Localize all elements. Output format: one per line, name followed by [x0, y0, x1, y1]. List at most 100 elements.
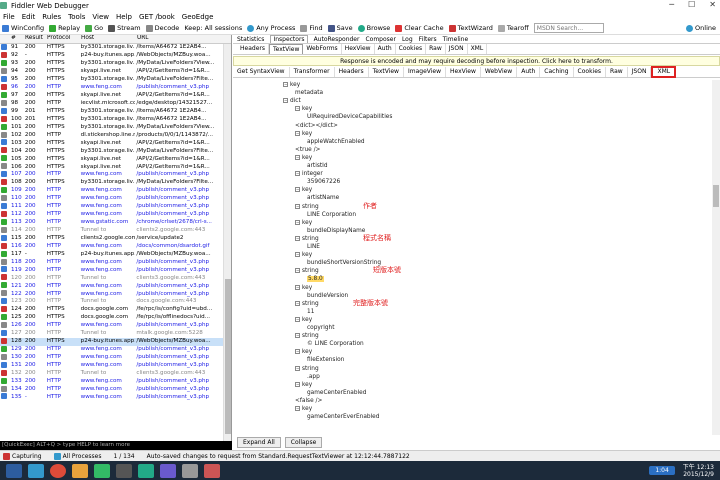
- any-process-button[interactable]: Any Process: [247, 24, 295, 32]
- resp-tab-xml[interactable]: XML: [651, 66, 677, 78]
- xml-tree-node[interactable]: − key: [295, 381, 312, 388]
- collapse-toggle-icon[interactable]: −: [295, 106, 300, 112]
- tab-autoresponder[interactable]: AutoResponder: [314, 36, 360, 43]
- xml-tree-node[interactable]: bundleShortVersionString: [307, 260, 381, 266]
- collapse-toggle-icon[interactable]: −: [295, 252, 300, 258]
- minimize-icon[interactable]: ─: [669, 0, 674, 9]
- table-row[interactable]: 92- HTTPS p24-buy.itunes.app.../WebObjects…: [0, 52, 231, 60]
- table-row[interactable]: 134 200 HTTP www.feng.com/publish/comment_v…: [0, 385, 231, 393]
- req-tab-textview[interactable]: TextView: [268, 44, 304, 54]
- resp-tab-textview[interactable]: TextView: [369, 67, 404, 77]
- menu-file[interactable]: File: [3, 13, 15, 21]
- xml-tree-node[interactable]: − key: [295, 252, 312, 258]
- table-row[interactable]: 94 200 HTTPS skyapi.live.net/API/2/GetItems…: [0, 68, 231, 76]
- table-row[interactable]: 93 200 HTTPS by3301.storage.liv.../MyData/L…: [0, 60, 231, 68]
- xml-tree-node[interactable]: 11: [307, 309, 314, 315]
- close-icon[interactable]: ✕: [709, 0, 716, 9]
- tab-inspectors[interactable]: Inspectors: [270, 35, 308, 43]
- app3-icon[interactable]: [204, 463, 220, 478]
- xml-tree-node[interactable]: − string: [295, 333, 319, 339]
- resp-tab-json[interactable]: JSON: [628, 67, 652, 77]
- xml-tree-node[interactable]: <false />: [295, 398, 322, 404]
- xml-tree-node[interactable]: − string: [295, 365, 319, 372]
- xml-tree-node[interactable]: <true />: [295, 147, 320, 153]
- xml-tree-node[interactable]: appleWatchEnabled: [307, 139, 365, 145]
- menu-view[interactable]: View: [92, 13, 109, 21]
- table-row[interactable]: 105 200 HTTPS skyapi.live.net/API/2/GetItem…: [0, 155, 231, 163]
- table-row[interactable]: 97 200 HTTPS skyapi.live.net/API/2/GetItems…: [0, 91, 231, 100]
- xml-tree-node[interactable]: − string: [295, 203, 319, 210]
- xml-tree-node[interactable]: gameCenterEnabled: [307, 390, 366, 396]
- table-row[interactable]: 124 200 HTTPS docs.google.com/fe/rpc/is/con…: [0, 306, 231, 314]
- tearoff-button[interactable]: Tearoff: [497, 24, 529, 32]
- table-row[interactable]: 122 200 HTTP www.feng.com/publish/comment_v…: [0, 290, 231, 298]
- go-button[interactable]: Go: [85, 24, 103, 32]
- collapse-toggle-icon[interactable]: −: [295, 235, 300, 241]
- xml-tree-node[interactable]: − string: [295, 300, 319, 307]
- table-row[interactable]: 110 200 HTTP www.feng.com/publish/comment_v…: [0, 195, 231, 203]
- table-row[interactable]: 107 200 HTTP www.feng.com/publish/comment_v…: [0, 171, 231, 179]
- resp-tab-hexview[interactable]: HexView: [446, 67, 481, 77]
- menu-edit[interactable]: Edit: [22, 13, 36, 21]
- xml-tree-node[interactable]: − key: [295, 219, 312, 226]
- sessions-scrollbar[interactable]: [223, 44, 231, 452]
- resp-tab-auth[interactable]: Auth: [517, 67, 541, 77]
- table-row[interactable]: 116 200 HTTP www.feng.com/docs/common/dsard…: [0, 242, 231, 250]
- collapse-toggle-icon[interactable]: −: [295, 154, 300, 160]
- table-row[interactable]: 119 200 HTTP www.feng.com/publish/comment_v…: [0, 266, 231, 274]
- xml-tree-node[interactable]: LINE Corporation: [307, 212, 356, 218]
- resp-tab-cookies[interactable]: Cookies: [574, 67, 607, 77]
- collapse-toggle-icon[interactable]: −: [295, 284, 300, 290]
- xml-tree-node[interactable]: − string: [295, 268, 319, 274]
- decode-banner[interactable]: Response is encoded and may require deco…: [233, 56, 720, 66]
- explorer-icon[interactable]: [72, 463, 88, 478]
- table-row[interactable]: 109 200 HTTP www.feng.com/publish/comment_v…: [0, 187, 231, 195]
- clock[interactable]: 下午 12:13 2015/12/9: [683, 464, 714, 478]
- table-row[interactable]: 100 201 HTTPS by3301.storage.liv.../Items/A…: [0, 115, 231, 123]
- capturing-status[interactable]: Capturing: [3, 452, 42, 460]
- menu-get-book[interactable]: GET /book: [139, 13, 175, 21]
- xml-tree-node[interactable]: <dict></dict>: [295, 123, 338, 129]
- xml-tree-node[interactable]: bundleDisplayName: [307, 228, 365, 234]
- table-row[interactable]: 123 200 HTTP Tunnel to docs.google.com:443: [0, 298, 231, 306]
- start-icon[interactable]: [6, 463, 22, 478]
- table-row[interactable]: 98 200 HTTP iecvlist.microsoft.com/edge/des…: [0, 99, 231, 108]
- collapse-toggle-icon[interactable]: −: [295, 171, 300, 177]
- resp-tab-raw[interactable]: Raw: [606, 67, 628, 77]
- decode-button[interactable]: Decode: [145, 24, 179, 32]
- collapse-toggle-icon[interactable]: −: [283, 82, 288, 87]
- collapse-toggle-icon[interactable]: −: [295, 365, 300, 371]
- menu-help[interactable]: Help: [116, 13, 132, 21]
- xml-tree-node[interactable]: artistId: [307, 163, 328, 169]
- xml-tree-node[interactable]: − key: [295, 187, 312, 193]
- find-button[interactable]: Find: [300, 24, 323, 32]
- xml-tree-node[interactable]: − key: [295, 349, 312, 355]
- req-tab-json[interactable]: JSON: [446, 44, 468, 54]
- resp-tab-headers[interactable]: Headers: [335, 67, 369, 77]
- table-row[interactable]: 114 200 HTTP Tunnel to clients2.google.com:4…: [0, 226, 231, 235]
- table-row[interactable]: 126 200 HTTP www.feng.com/publish/comment_v…: [0, 322, 231, 330]
- textwizard-button[interactable]: TextWizard: [448, 24, 493, 32]
- replay-button[interactable]: Replay: [49, 24, 80, 32]
- xml-tree-node[interactable]: gameCenterEverEnabled: [307, 414, 379, 420]
- collapse-toggle-icon[interactable]: −: [295, 268, 300, 274]
- resp-tab-caching[interactable]: Caching: [540, 67, 574, 77]
- line-icon[interactable]: [94, 463, 110, 478]
- stream-button[interactable]: Stream: [108, 24, 141, 32]
- app-icon[interactable]: [116, 463, 132, 478]
- table-row[interactable]: 113 200 HTTP www.gstatic.com/chrome/crlset/…: [0, 218, 231, 227]
- resp-tab-transformer[interactable]: Transformer: [290, 67, 335, 77]
- xml-tree-node[interactable]: − key: [295, 284, 312, 291]
- tree-scrollbar[interactable]: [712, 80, 720, 435]
- table-row[interactable]: 120 200 HTTP Tunnel to clients3.google.com:4…: [0, 274, 231, 282]
- req-tab-cookies[interactable]: Cookies: [396, 44, 427, 54]
- xml-tree-node[interactable]: − key: [295, 316, 312, 323]
- table-row[interactable]: 130 200 HTTP www.feng.com/publish/comment_v…: [0, 353, 231, 362]
- table-row[interactable]: 118 200 HTTP www.feng.com/publish/comment_v…: [0, 258, 231, 266]
- table-row[interactable]: 121 200 HTTP www.feng.com/publish/comment_v…: [0, 282, 231, 290]
- req-tab-auth[interactable]: Auth: [375, 44, 396, 54]
- collapse-toggle-icon[interactable]: −: [295, 316, 300, 322]
- table-row[interactable]: 108 200 HTTPS by3301.storage.liv.../MyData/…: [0, 179, 231, 187]
- xml-tree-node[interactable]: LINE: [307, 244, 320, 250]
- table-row[interactable]: 131 200 HTTP www.feng.com/publish/comment_v…: [0, 361, 231, 370]
